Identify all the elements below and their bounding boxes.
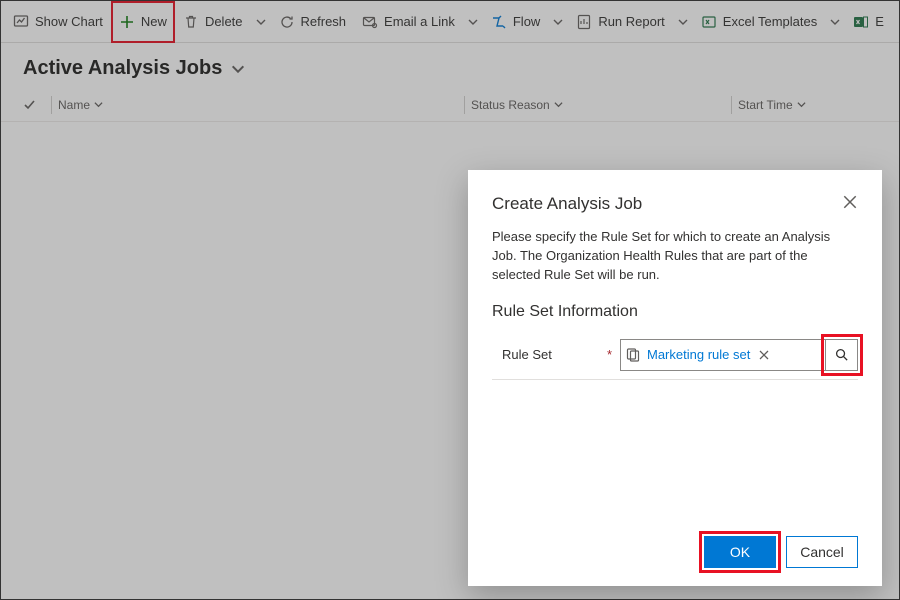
- excel-overflow-label: E: [875, 14, 884, 29]
- flow-label: Flow: [513, 14, 540, 29]
- excel-icon: [853, 14, 869, 30]
- grid-header: Name Status Reason Start Time: [1, 88, 899, 122]
- column-header-status[interactable]: Status Reason: [471, 98, 725, 112]
- cancel-button[interactable]: Cancel: [786, 536, 858, 568]
- column-name-label: Name: [58, 98, 90, 112]
- flow-icon: [491, 14, 507, 30]
- run-report-label: Run Report: [598, 14, 664, 29]
- refresh-label: Refresh: [301, 14, 347, 29]
- chevron-down-icon: [797, 100, 806, 109]
- show-chart-button[interactable]: Show Chart: [5, 1, 111, 43]
- rule-set-search-button[interactable]: [826, 339, 858, 371]
- column-separator: [51, 96, 52, 114]
- column-separator: [731, 96, 732, 114]
- trash-icon: [183, 14, 199, 30]
- rule-set-selected-tag[interactable]: Marketing rule set: [625, 343, 770, 367]
- delete-label: Delete: [205, 14, 243, 29]
- rule-set-label: Rule Set: [502, 347, 552, 362]
- ok-label: OK: [730, 544, 750, 560]
- excel-templates-label: Excel Templates: [723, 14, 817, 29]
- email-link-button[interactable]: Email a Link: [354, 1, 463, 43]
- run-report-chevron[interactable]: [673, 17, 693, 27]
- column-start-label: Start Time: [738, 98, 793, 112]
- view-title: Active Analysis Jobs: [23, 57, 222, 80]
- column-status-label: Status Reason: [471, 98, 550, 112]
- excel-overflow-button[interactable]: E: [845, 1, 886, 43]
- dialog-body-text: Please specify the Rule Set for which to…: [492, 228, 858, 285]
- column-separator: [464, 96, 465, 114]
- dialog-section-title: Rule Set Information: [492, 303, 858, 321]
- dialog-close-button[interactable]: [842, 194, 858, 210]
- delete-button[interactable]: Delete: [175, 1, 251, 43]
- dialog-title: Create Analysis Job: [492, 194, 642, 214]
- new-button[interactable]: New: [111, 1, 175, 43]
- show-chart-label: Show Chart: [35, 14, 103, 29]
- rule-set-lookup[interactable]: Marketing rule set: [620, 339, 826, 371]
- report-icon: [576, 14, 592, 30]
- new-label: New: [141, 14, 167, 29]
- run-report-button[interactable]: Run Report: [568, 1, 672, 43]
- rule-set-selected-text: Marketing rule set: [647, 347, 750, 362]
- chevron-down-icon: [554, 100, 563, 109]
- column-header-start[interactable]: Start Time: [738, 98, 888, 112]
- refresh-button[interactable]: Refresh: [271, 1, 355, 43]
- delete-split-chevron[interactable]: [251, 17, 271, 27]
- excel-templates-chevron[interactable]: [825, 17, 845, 27]
- plus-icon: [119, 14, 135, 30]
- command-bar: Show Chart New Delete Refresh: [1, 1, 899, 43]
- select-all-checkbox[interactable]: [23, 98, 45, 112]
- ok-button[interactable]: OK: [704, 536, 776, 568]
- excel-templates-icon: [701, 14, 717, 30]
- chevron-down-icon: [94, 100, 103, 109]
- flow-chevron[interactable]: [548, 17, 568, 27]
- flow-button[interactable]: Flow: [483, 1, 548, 43]
- refresh-icon: [279, 14, 295, 30]
- view-selector-chevron[interactable]: [230, 61, 246, 77]
- clear-selection-button[interactable]: [758, 349, 770, 361]
- view-header: Active Analysis Jobs: [1, 43, 899, 88]
- cancel-label: Cancel: [800, 544, 844, 560]
- excel-templates-button[interactable]: Excel Templates: [693, 1, 825, 43]
- chart-icon: [13, 14, 29, 30]
- email-link-icon: [362, 14, 378, 30]
- create-analysis-job-dialog: Create Analysis Job Please specify the R…: [468, 170, 882, 586]
- rule-set-field-row: Rule Set * Marketing rule set: [492, 339, 858, 371]
- required-indicator: *: [607, 347, 612, 362]
- dialog-buttons: OK Cancel: [492, 536, 858, 568]
- email-link-label: Email a Link: [384, 14, 455, 29]
- column-header-name[interactable]: Name: [58, 98, 458, 112]
- record-icon: [625, 347, 641, 363]
- email-link-split-chevron[interactable]: [463, 17, 483, 27]
